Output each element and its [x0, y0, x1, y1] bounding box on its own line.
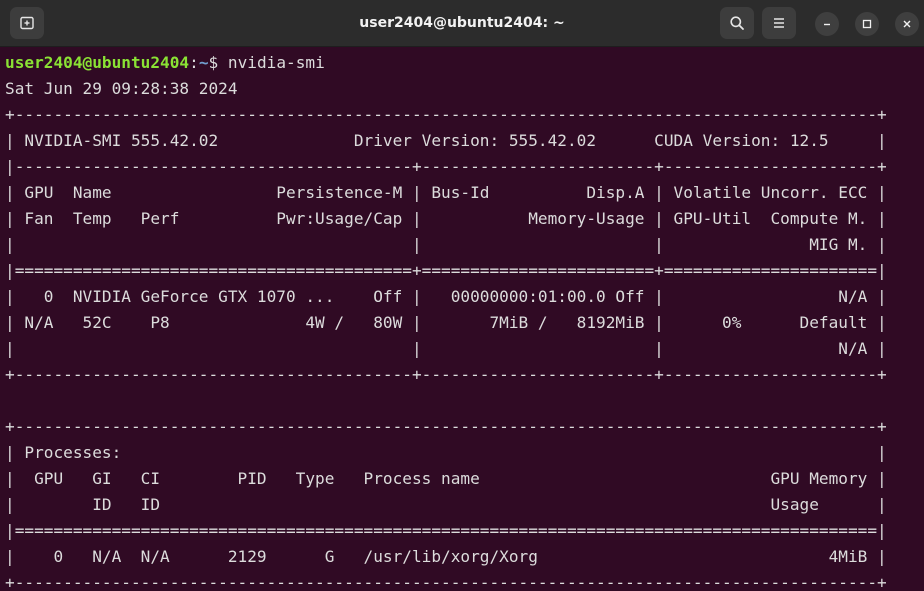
hamburger-menu-icon [774, 18, 784, 28]
command-text: nvidia-smi [227, 53, 325, 72]
terminal-output[interactable]: user2404@ubuntu2404:~$ nvidia-smi Sat Ju… [0, 47, 924, 591]
new-tab-icon [20, 16, 34, 30]
output-line: | Fan Temp Perf Pwr:Usage/Cap | Memory-U… [5, 209, 887, 228]
output-line: | 0 N/A N/A 2129 G /usr/lib/xorg/Xorg 4M… [5, 547, 887, 566]
output-line: Sat Jun 29 09:28:38 2024 [5, 79, 238, 98]
prompt-line: user2404@ubuntu2404:~$ nvidia-smi [5, 50, 325, 76]
output-line: |=======================================… [5, 261, 887, 280]
minimize-icon [824, 23, 830, 26]
output-line: | Processes: | [5, 443, 887, 462]
prompt-user-host: user2404@ubuntu2404 [5, 53, 190, 72]
output-line: |=======================================… [5, 521, 887, 540]
output-line: | GPU Name Persistence-M | Bus-Id Disp.A… [5, 183, 887, 202]
output-line: +---------------------------------------… [5, 105, 887, 124]
output-line: | NVIDIA-SMI 555.42.02 Driver Version: 5… [5, 131, 887, 150]
output-line: | GPU GI CI PID Type Process name GPU Me… [5, 469, 887, 488]
maximize-icon [862, 19, 872, 29]
output-line: | N/A 52C P8 4W / 80W | 7MiB / 8192MiB |… [5, 313, 887, 332]
output-line: +---------------------------------------… [5, 417, 887, 436]
close-button[interactable] [895, 12, 919, 36]
output-line: | | | N/A | [5, 339, 887, 358]
output-line: |---------------------------------------… [5, 157, 887, 176]
output-line: | ID ID Usage | [5, 495, 887, 514]
new-tab-button[interactable] [10, 7, 44, 39]
minimize-button[interactable] [815, 12, 839, 36]
maximize-button[interactable] [855, 12, 879, 36]
output-line: | 0 NVIDIA GeForce GTX 1070 ... Off | 00… [5, 287, 887, 306]
search-button[interactable] [720, 7, 754, 39]
prompt-symbol: $ [208, 53, 228, 72]
search-icon [730, 16, 744, 30]
window-titlebar: user2404@ubuntu2404: ~ [0, 0, 924, 47]
prompt-path: ~ [198, 53, 209, 72]
output-line: +---------------------------------------… [5, 365, 887, 384]
output-line: +---------------------------------------… [5, 573, 887, 591]
close-icon [903, 20, 911, 28]
menu-button[interactable] [762, 7, 796, 39]
prompt-separator: : [189, 53, 199, 72]
output-line: | | | MIG M. | [5, 235, 887, 254]
